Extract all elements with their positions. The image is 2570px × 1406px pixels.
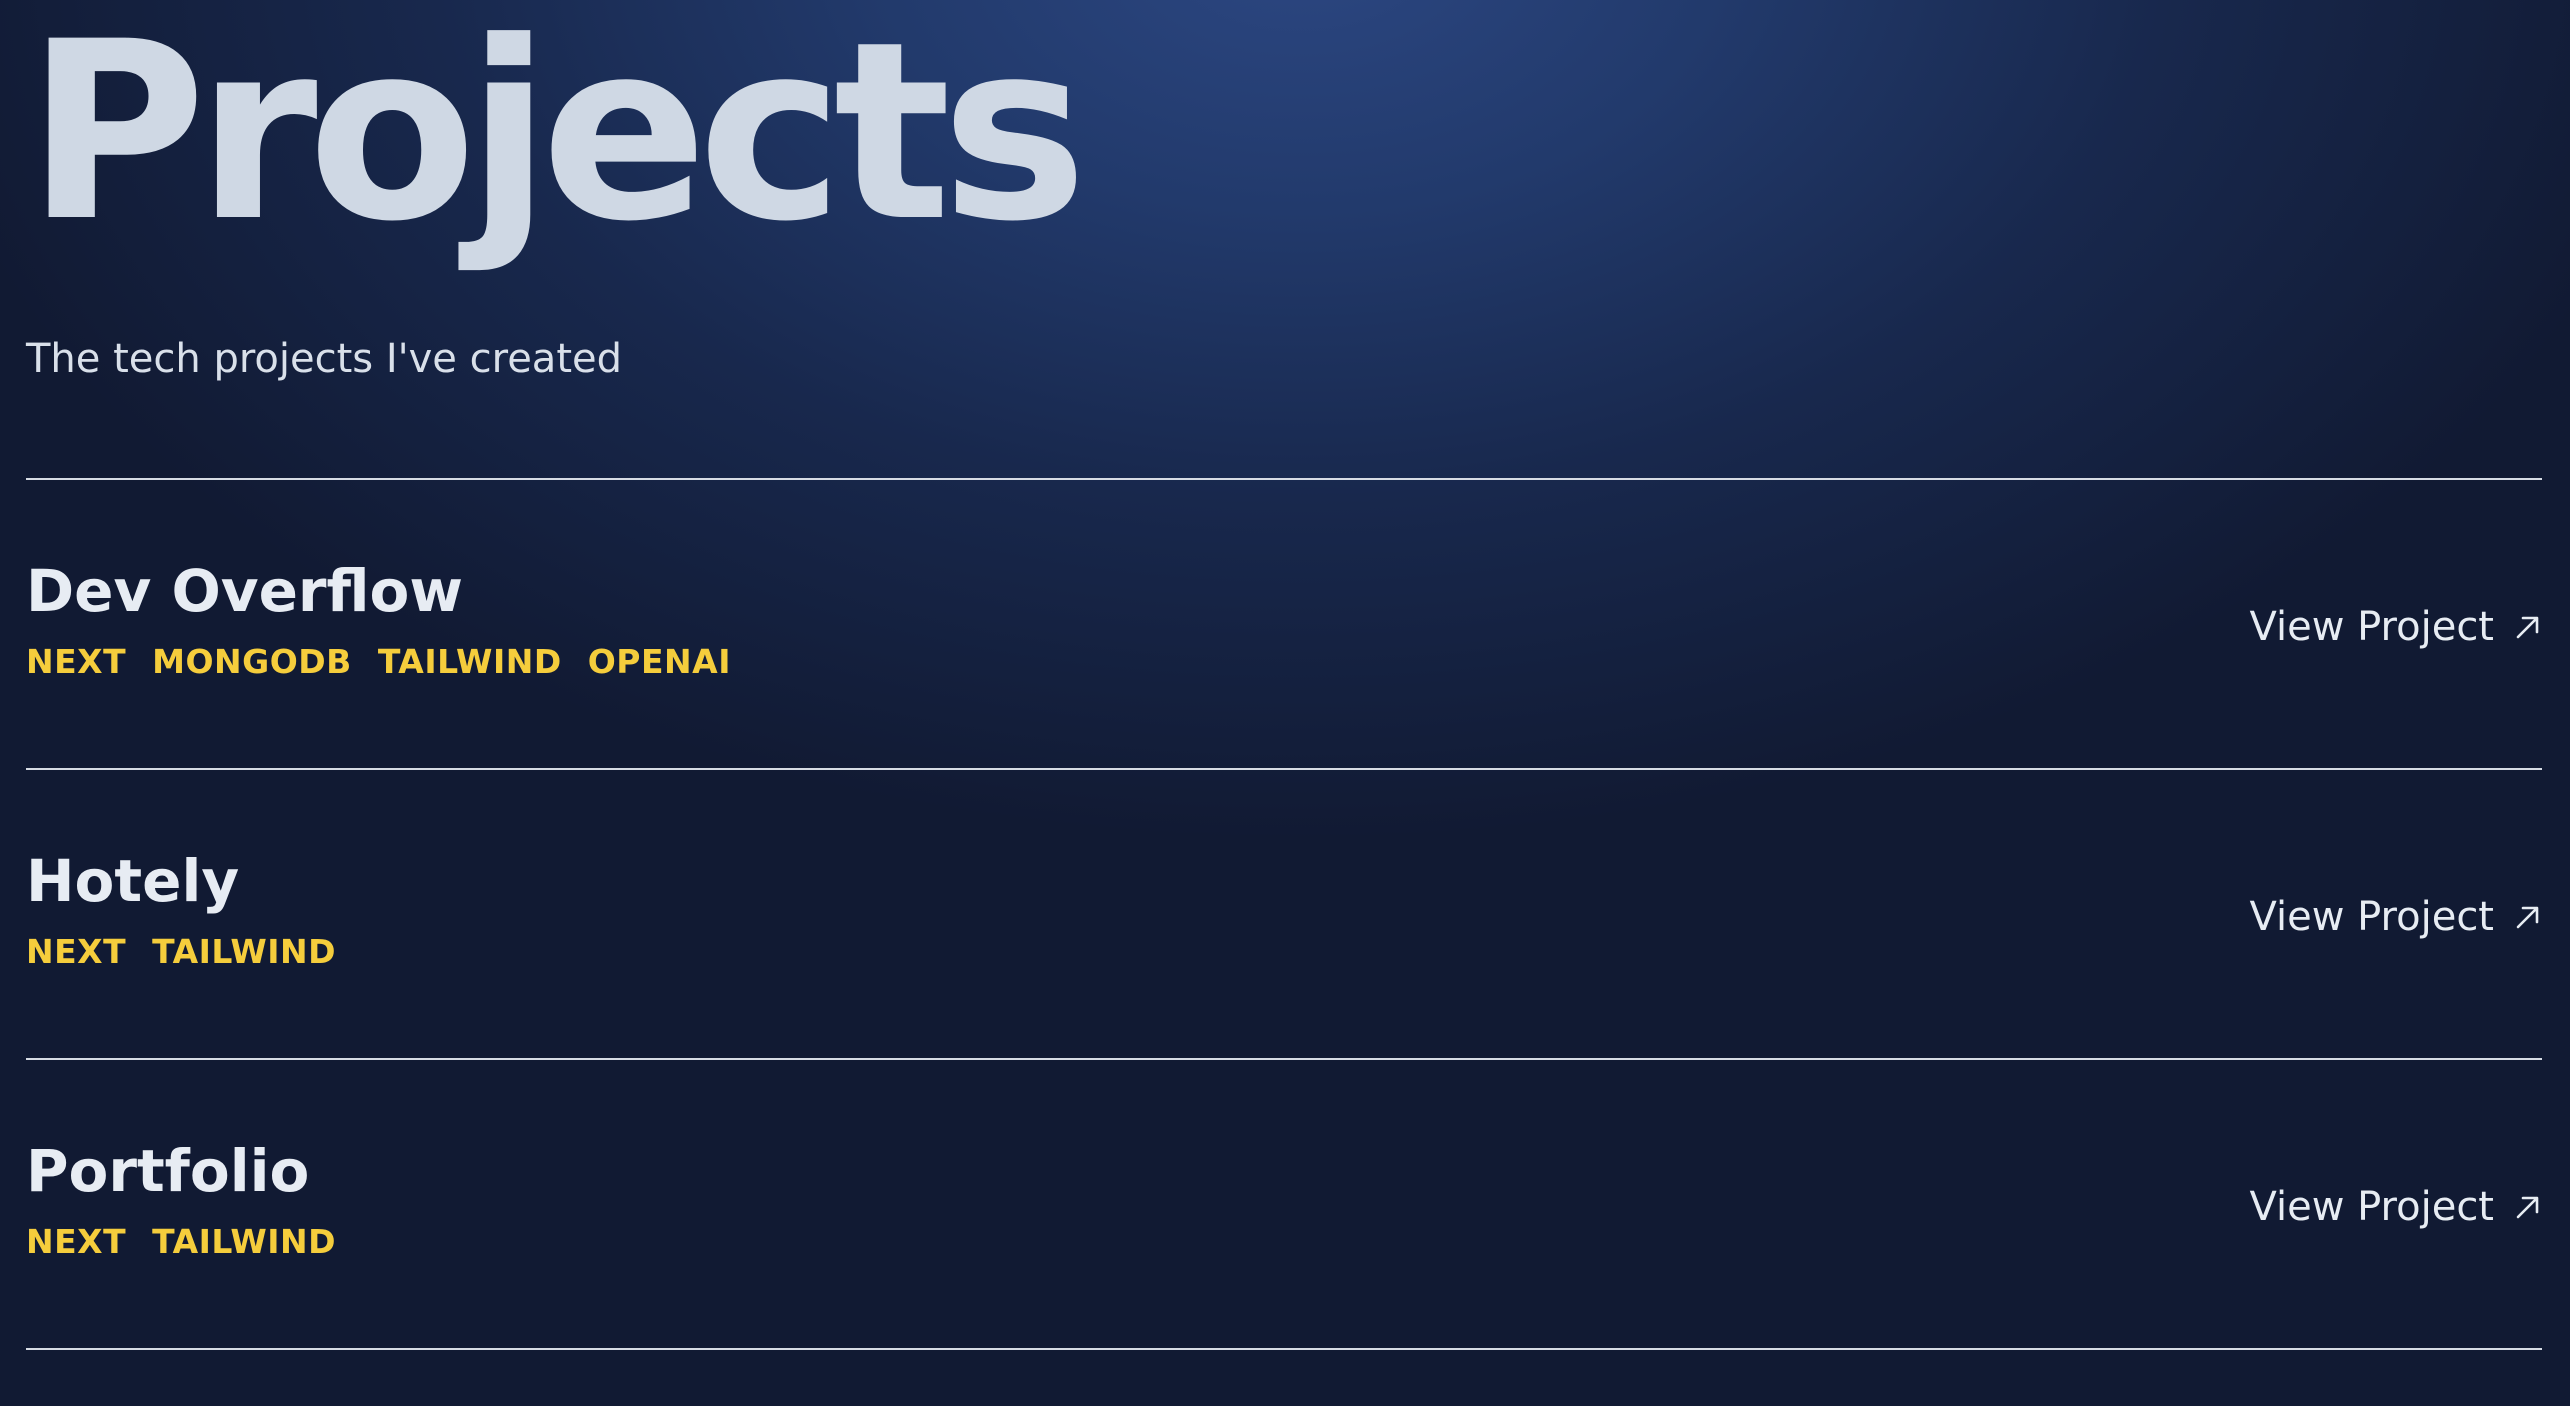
page-subtitle: The tech projects I've created [26, 336, 622, 382]
tech-tag: TAILWIND [152, 932, 337, 971]
project-name: Dev Overflow [26, 557, 463, 625]
tech-tag: NEXT [26, 932, 127, 971]
tech-tag: OPENAI [587, 642, 731, 681]
tech-tag: NEXT [26, 1222, 127, 1261]
project-name: Hotely [26, 847, 240, 915]
project-tags: NEXT TAILWIND [26, 1222, 336, 1261]
view-project-link[interactable]: View Project [2250, 604, 2543, 650]
view-project-label: View Project [2249, 604, 2495, 650]
tech-tag: NEXT [26, 642, 127, 681]
page-title: Projects [26, 0, 1088, 276]
arrow-up-right-icon [2516, 616, 2539, 639]
project-item-dev-overflow: Dev Overflow NEXT MONGODB TAILWIND OPENA… [26, 480, 2542, 770]
tech-tag: TAILWIND [152, 1222, 337, 1261]
view-project-label: View Project [2249, 894, 2495, 940]
project-name: Portfolio [26, 1137, 310, 1205]
project-item-portfolio: Portfolio NEXT TAILWIND View Project [26, 1060, 2542, 1350]
project-tags: NEXT TAILWIND [26, 932, 336, 971]
divider [26, 1348, 2542, 1350]
view-project-link[interactable]: View Project [2250, 1184, 2543, 1230]
tech-tag: MONGODB [152, 642, 352, 681]
tech-tag: TAILWIND [377, 642, 562, 681]
view-project-link[interactable]: View Project [2250, 894, 2543, 940]
project-tags: NEXT MONGODB TAILWIND OPENAI [26, 642, 731, 681]
arrow-up-right-icon [2516, 906, 2539, 929]
arrow-up-right-icon [2516, 1196, 2539, 1219]
project-item-hotely: Hotely NEXT TAILWIND View Project [26, 770, 2542, 1060]
view-project-label: View Project [2249, 1184, 2495, 1230]
